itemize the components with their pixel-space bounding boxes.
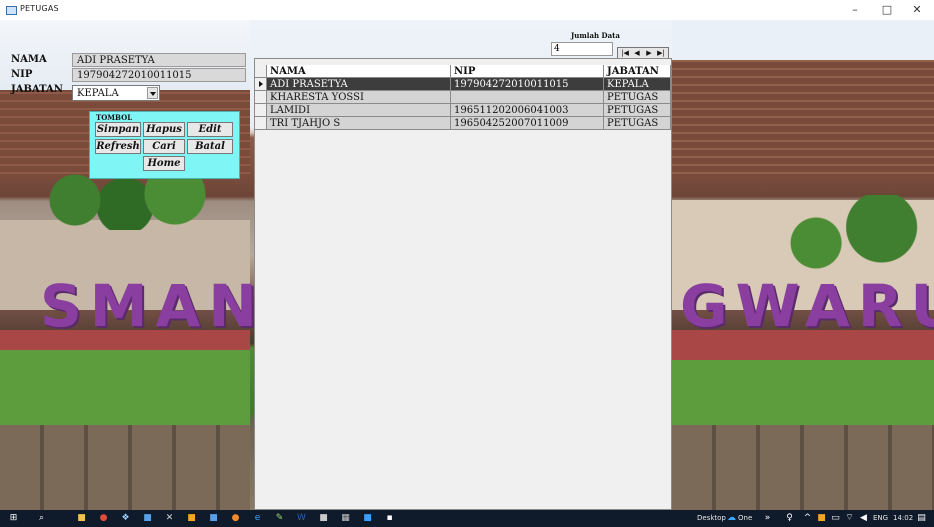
desktop-toolbar-label[interactable]: Desktop [697, 513, 726, 524]
cell-jabatan[interactable]: KEPALA [604, 78, 671, 91]
sign-letters-right: GWARU [680, 272, 934, 340]
edge-icon[interactable]: e [252, 513, 263, 524]
stones-left [0, 425, 250, 510]
refresh-button[interactable]: Refresh [95, 139, 141, 154]
cell-nama[interactable]: LAMIDI [267, 104, 451, 117]
stones-right [672, 425, 934, 510]
cell-nip[interactable]: 196504252007011009 [451, 117, 604, 130]
close-icon[interactable]: ✕ [902, 1, 932, 19]
people-icon[interactable]: ♀ [784, 513, 795, 524]
jabatan-value: KEPALA [77, 88, 119, 99]
chevron-more-icon[interactable]: » [762, 513, 773, 524]
chevron-up-icon[interactable]: ^ [802, 513, 813, 524]
next-record-icon[interactable]: ▶ [643, 49, 655, 58]
dropdown-arrow-icon[interactable] [147, 87, 158, 99]
row-selector[interactable] [255, 104, 267, 117]
active-window-icon[interactable]: ▪ [384, 513, 395, 524]
language-indicator[interactable]: ENG [873, 513, 888, 524]
search-icon[interactable]: ⌕ [36, 513, 47, 524]
nama-label: NAMA [11, 54, 47, 65]
jumlah-data-label: Jumlah Data [571, 31, 620, 40]
trees-right [672, 195, 934, 275]
windows-start-icon[interactable]: ⊞ [8, 513, 19, 524]
button-panel-caption: TOMBOL [96, 113, 133, 122]
roof-right [672, 60, 934, 180]
cell-nama[interactable]: ADI PRASETYA [267, 78, 451, 91]
header-nama[interactable]: NAMA [267, 65, 451, 78]
row-selector[interactable] [255, 117, 267, 130]
onedrive-icon[interactable]: ☁ [726, 513, 737, 524]
app-icon[interactable]: ■ [318, 513, 329, 524]
cell-nip[interactable] [451, 91, 604, 104]
header-jabatan[interactable]: JABATAN [604, 65, 671, 78]
grid-header-row: NAMA NIP JABATAN [255, 65, 671, 78]
window-title: PETUGAS [20, 4, 59, 13]
nip-label: NIP [11, 69, 33, 80]
jumlah-data-field[interactable]: 4 [551, 42, 613, 56]
tool-icon[interactable]: ✕ [164, 513, 175, 524]
file-explorer-icon[interactable]: ■ [76, 513, 87, 524]
header-nip[interactable]: NIP [451, 65, 604, 78]
nip-field[interactable]: 197904272010011015 [72, 68, 246, 82]
prev-record-icon[interactable]: ◀ [631, 49, 643, 58]
app-icon[interactable]: ✎ [274, 513, 285, 524]
simpan-button[interactable]: Simpan [95, 122, 141, 137]
row-indicator-icon [255, 78, 267, 91]
title-bar: PETUGAS – □ ✕ [0, 0, 934, 20]
hapus-button[interactable]: Hapus [143, 122, 185, 137]
app-icon[interactable]: ■ [362, 513, 373, 524]
button-panel: TOMBOL Simpan Hapus Edit Refresh Cari Ba… [89, 111, 240, 179]
table-row[interactable]: TRI TJAHJO S 196504252007011009 PETUGAS [255, 117, 671, 130]
app-icon[interactable]: ■ [186, 513, 197, 524]
cell-nip[interactable]: 197904272010011015 [451, 78, 604, 91]
batal-button[interactable]: Batal [187, 139, 233, 154]
chrome-icon[interactable]: ● [98, 513, 109, 524]
table-row[interactable]: LAMIDI 196511202006041003 PETUGAS [255, 104, 671, 117]
minimize-icon[interactable]: – [840, 1, 870, 19]
notifications-icon[interactable]: ▤ [916, 513, 927, 524]
header-indicator [255, 65, 267, 78]
word-icon[interactable]: W [296, 513, 307, 524]
mail-icon[interactable]: ■ [142, 513, 153, 524]
data-grid[interactable]: NAMA NIP JABATAN ADI PRASETYA 1979042720… [254, 58, 672, 510]
sign-letters-left: SMAN [40, 272, 265, 340]
maximize-icon[interactable]: □ [872, 1, 902, 19]
first-record-icon[interactable]: |◀ [619, 49, 631, 58]
sky-right [672, 20, 934, 60]
table-row[interactable]: KHARESTA YOSSI PETUGAS [255, 91, 671, 104]
home-button[interactable]: Home [143, 156, 185, 171]
cari-button[interactable]: Cari [143, 139, 185, 154]
firefox-icon[interactable]: ● [230, 513, 241, 524]
app-icon[interactable]: ❖ [120, 513, 131, 524]
cell-nama[interactable]: TRI TJAHJO S [267, 117, 451, 130]
jabatan-label: JABATAN [11, 84, 63, 95]
edit-button[interactable]: Edit [187, 122, 233, 137]
network-icon[interactable]: ⌔ [844, 513, 855, 524]
tray-app-icon[interactable]: ■ [816, 513, 827, 524]
window-icon [6, 6, 17, 15]
cell-jabatan[interactable]: PETUGAS [604, 91, 671, 104]
taskbar: ⊞ ⌕ ■ ● ❖ ■ ✕ ■ ■ ● e ✎ W ■ ▦ ■ ▪ Deskto… [0, 510, 934, 527]
table-row[interactable]: ADI PRASETYA 197904272010011015 KEPALA [255, 78, 671, 91]
cell-jabatan[interactable]: PETUGAS [604, 104, 671, 117]
trees-left [0, 170, 250, 230]
clock[interactable]: 14:02 [893, 513, 913, 524]
battery-icon[interactable]: ▭ [830, 513, 841, 524]
cell-jabatan[interactable]: PETUGAS [604, 117, 671, 130]
volume-icon[interactable]: ◀ [858, 513, 869, 524]
app-icon[interactable]: ■ [208, 513, 219, 524]
last-record-icon[interactable]: ▶| [655, 49, 667, 58]
nama-field[interactable]: ADI PRASETYA [72, 53, 246, 67]
cell-nama[interactable]: KHARESTA YOSSI [267, 91, 451, 104]
app-icon[interactable]: ▦ [340, 513, 351, 524]
row-selector[interactable] [255, 91, 267, 104]
onedrive-label[interactable]: One [738, 513, 752, 524]
jabatan-select[interactable]: KEPALA [72, 85, 160, 101]
cell-nip[interactable]: 196511202006041003 [451, 104, 604, 117]
